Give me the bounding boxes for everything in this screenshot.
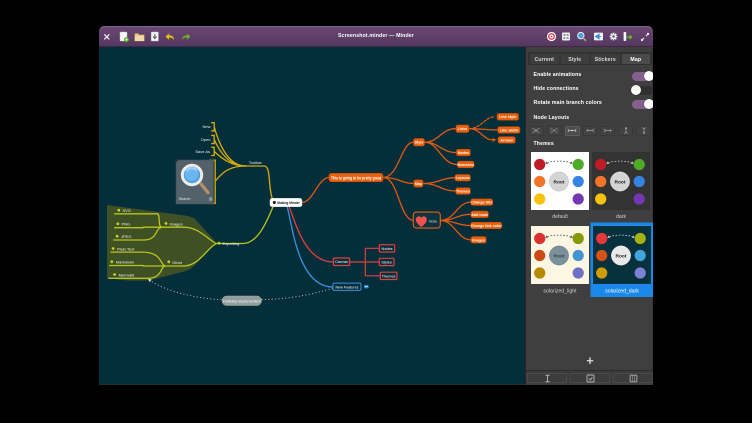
svg-text:Search: Search [179, 197, 191, 201]
svg-text:New Features: New Features [336, 285, 359, 289]
svg-text:dark: dark [616, 214, 626, 220]
svg-text:Making Minder: Making Minder [277, 201, 300, 205]
svg-text:Nodes: Nodes [458, 151, 469, 155]
svg-text:Other: Other [172, 260, 183, 265]
svg-text:Node: Node [429, 220, 437, 224]
svg-text:Root: Root [554, 180, 565, 186]
svg-text:Themes: Themes [456, 190, 470, 194]
svg-text:Add node: Add node [471, 213, 488, 217]
svg-text:Markdown: Markdown [116, 260, 134, 265]
svg-text:Layouts: Layouts [456, 176, 470, 180]
svg-text:Change link color: Change link color [471, 224, 503, 228]
svg-text:Root: Root [616, 254, 627, 260]
svg-text:Canvas: Canvas [335, 260, 348, 264]
svg-text:Map: Map [415, 182, 423, 186]
svg-text:New: New [202, 124, 210, 129]
svg-text:Style: Style [415, 141, 424, 145]
svg-text:PNG: PNG [122, 222, 131, 227]
svg-text:Exporting: Exporting [223, 241, 240, 246]
svg-text:Mermaid: Mermaid [119, 272, 135, 277]
svg-text:Arrows: Arrows [500, 138, 513, 142]
svg-text:Partially implemented: Partially implemented [223, 298, 260, 303]
svg-text:Themes: Themes [382, 274, 396, 278]
svg-text:Images: Images [472, 238, 485, 242]
svg-text:solarized_dark: solarized_dark [605, 289, 639, 295]
svg-text:Root: Root [554, 254, 565, 260]
svg-text:Open: Open [201, 137, 211, 142]
svg-text:Save As: Save As [195, 149, 210, 154]
svg-text:default: default [552, 214, 568, 220]
svg-text:Plain Text: Plain Text [117, 246, 135, 251]
svg-text:Branches: Branches [457, 163, 474, 167]
svg-text:Toolbar: Toolbar [249, 160, 263, 165]
svg-text:Line width: Line width [500, 128, 518, 132]
svg-text:Styles: Styles [381, 260, 391, 264]
svg-text:JPEG: JPEG [121, 234, 131, 239]
svg-text:Change title: Change title [471, 201, 492, 205]
svg-text:Links: Links [458, 127, 468, 131]
svg-text:SVG: SVG [123, 208, 131, 213]
svg-text:This is going to be pretty gre: This is going to be pretty great [331, 176, 382, 181]
svg-text:Nodes: Nodes [382, 247, 393, 251]
svg-text:solarized_light: solarized_light [543, 289, 577, 295]
svg-text:Line style: Line style [499, 115, 516, 119]
svg-text:Images: Images [170, 221, 183, 226]
svg-text:Root: Root [615, 180, 626, 186]
